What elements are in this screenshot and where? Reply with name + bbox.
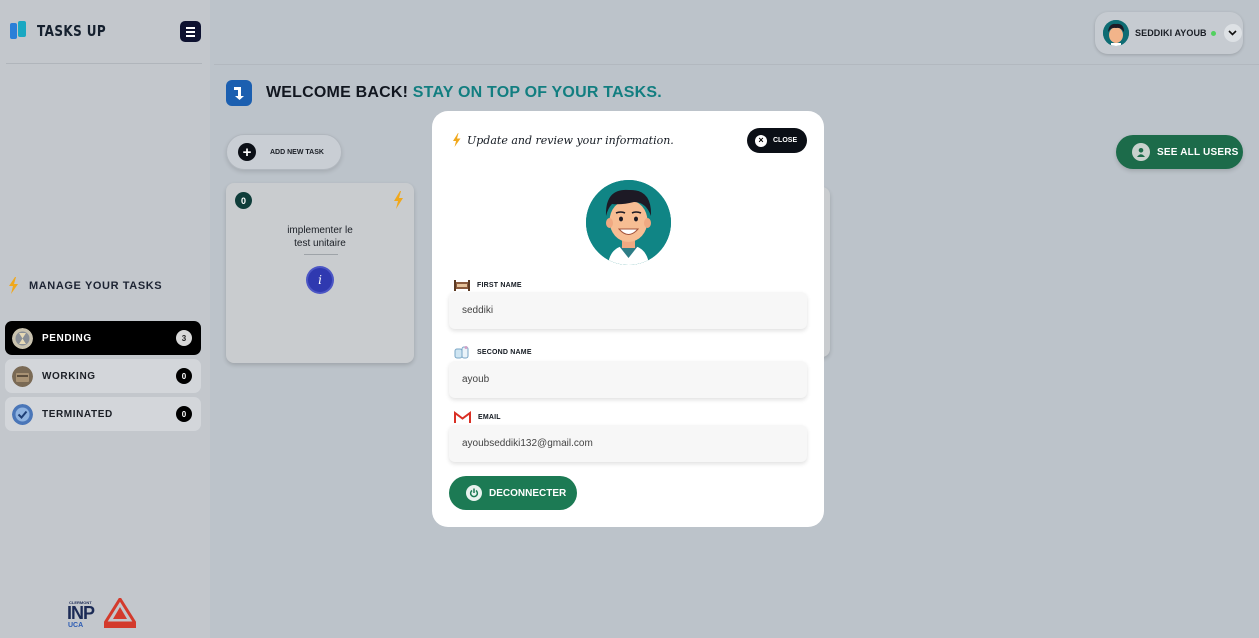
manage-tasks-heading: MANAGE YOUR TASKS: [8, 277, 162, 294]
sidebar-item-label: WORKING: [42, 370, 96, 382]
school-logos: CLERMONT INP UCA: [67, 598, 139, 632]
brand-name: TASKS UP: [37, 22, 107, 40]
sidebar-item-label: TERMINATED: [42, 408, 113, 420]
task-card[interactable]: 0 implementer le test unitaire i: [226, 183, 414, 363]
task-divider: [304, 254, 338, 255]
ensiie-triangle-icon: [104, 598, 136, 624]
profile-modal: Update and review your information. × CL…: [432, 111, 824, 527]
task-title: implementer le test unitaire: [287, 225, 353, 249]
work-icon: [12, 365, 33, 387]
bed-icon: [454, 280, 470, 291]
deconnecter-button[interactable]: DECONNECTER: [449, 476, 577, 510]
add-new-task-button[interactable]: + ADD NEW TASK: [226, 134, 342, 170]
sidebar-item-label: PENDING: [42, 332, 92, 344]
avatar: [1103, 20, 1129, 46]
count-badge: 0: [176, 406, 192, 422]
page-title: WELCOME BACK! STAY ON TOP OF YOUR TASKS.: [266, 84, 662, 102]
user-icon: [1132, 143, 1150, 161]
welcome-accent-text: STAY ON TOP OF YOUR TASKS.: [412, 84, 662, 101]
count-badge: 0: [176, 368, 192, 384]
checkmark-icon: [12, 403, 33, 425]
add-task-label: ADD NEW TASK: [270, 148, 324, 156]
power-icon: [466, 485, 482, 501]
online-status-dot: [1210, 30, 1216, 36]
modal-header: Update and review your information.: [452, 133, 674, 147]
see-all-users-button[interactable]: SEE ALL USERS: [1116, 135, 1243, 169]
close-label: CLOSE: [773, 137, 798, 144]
tag-icon: [454, 346, 469, 359]
task-index-badge: 0: [235, 192, 252, 209]
lightning-icon: [9, 277, 18, 294]
hamburger-menu-button[interactable]: [180, 21, 201, 42]
close-button[interactable]: × CLOSE: [747, 128, 807, 153]
header-divider: [214, 64, 1259, 65]
first-name-field[interactable]: seddiki: [449, 292, 807, 329]
app-badge-icon: [226, 80, 252, 106]
sidebar-item-working[interactable]: WORKING 0: [5, 359, 201, 393]
lightning-icon: [394, 191, 403, 209]
lightning-icon: [453, 133, 461, 147]
email-label: EMAIL: [454, 411, 501, 424]
chevron-down-icon[interactable]: [1223, 24, 1242, 42]
close-icon: ×: [755, 134, 767, 147]
deconnecter-label: DECONNECTER: [489, 487, 567, 499]
modal-title: Update and review your information.: [467, 133, 674, 147]
second-name-label: SECOND NAME: [454, 345, 532, 359]
user-name: SEDDIKI AYOUB: [1135, 28, 1207, 38]
profile-avatar: [586, 180, 671, 265]
sidebar-item-pending[interactable]: PENDING 3: [5, 321, 201, 355]
user-menu[interactable]: SEDDIKI AYOUB: [1095, 12, 1243, 54]
uca-logo: UCA: [68, 622, 84, 629]
second-name-field[interactable]: ayoub: [449, 361, 807, 398]
count-badge: 3: [176, 330, 192, 346]
welcome-text: WELCOME BACK!: [266, 84, 409, 101]
sidebar-item-terminated[interactable]: TERMINATED 0: [5, 397, 201, 431]
sidebar: TASKS UP MANAGE YOUR TASKS PENDING 3 WOR…: [0, 0, 210, 638]
info-icon[interactable]: i: [308, 268, 332, 292]
app-logo-icon: [8, 20, 28, 42]
inp-logo: INP: [67, 603, 95, 623]
first-name-label: FIRST NAME: [454, 279, 522, 291]
brand[interactable]: TASKS UP: [8, 20, 123, 42]
email-field[interactable]: ayoubseddiki132@gmail.com: [449, 425, 807, 462]
ensiie-bar: [104, 622, 136, 628]
plus-icon: +: [238, 143, 256, 161]
sidebar-divider: [6, 63, 202, 64]
gmail-icon: [454, 411, 471, 424]
hourglass-icon: [12, 327, 33, 349]
see-users-label: SEE ALL USERS: [1157, 146, 1239, 158]
